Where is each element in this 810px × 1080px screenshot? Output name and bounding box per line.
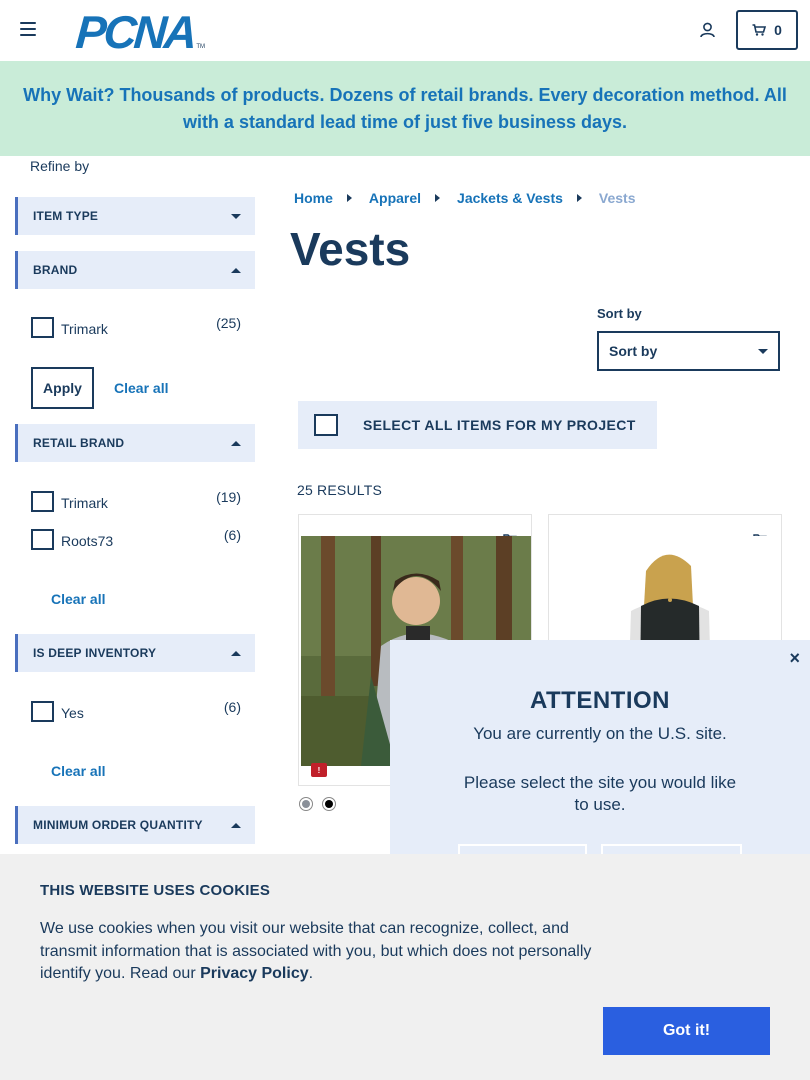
facet-option-label: Roots73 xyxy=(61,533,114,549)
breadcrumb-caret-icon xyxy=(576,194,582,202)
cart-count: 0 xyxy=(774,22,782,38)
warning-badge-icon: ! xyxy=(311,763,327,777)
chevron-down-icon xyxy=(758,348,768,354)
facet-option-count: (25) xyxy=(216,315,241,331)
modal-prompt: Please select the site you would like to… xyxy=(463,773,737,814)
checkbox[interactable] xyxy=(31,529,54,550)
facet-option-retail-trimark[interactable]: Trimark (19) xyxy=(31,489,241,515)
refine-by-label: Refine by xyxy=(30,158,90,174)
close-icon[interactable]: × xyxy=(789,648,800,669)
facet-option-label: Trimark xyxy=(61,495,108,511)
sort-by-label: Sort by xyxy=(597,306,642,321)
color-swatch[interactable] xyxy=(322,797,336,811)
facet-brand-toggle[interactable]: BRAND xyxy=(15,251,255,289)
cookie-title: THIS WEBSITE USES COOKIES xyxy=(40,882,271,899)
chevron-up-icon xyxy=(231,267,241,273)
cart-button[interactable]: 0 xyxy=(736,10,798,50)
privacy-policy-link[interactable]: Privacy Policy xyxy=(200,965,309,982)
breadcrumb-jackets-vests[interactable]: Jackets & Vests xyxy=(457,190,563,206)
promo-banner: Why Wait? Thousands of products. Dozens … xyxy=(0,61,810,156)
facet-option-label: Yes xyxy=(61,705,84,721)
site-header: PCNA TM 0 xyxy=(0,0,810,61)
select-all-for-project[interactable]: SELECT ALL ITEMS FOR MY PROJECT xyxy=(298,401,657,449)
brand-clear-all-link[interactable]: Clear all xyxy=(114,380,168,396)
cookie-text-body: We use cookies when you visit our websit… xyxy=(40,920,592,982)
breadcrumb-home[interactable]: Home xyxy=(294,190,333,206)
checkbox[interactable] xyxy=(31,491,54,512)
breadcrumb-caret-icon xyxy=(346,194,352,202)
facet-retail-brand-toggle[interactable]: RETAIL BRAND xyxy=(15,424,255,462)
sort-by-select[interactable]: Sort by xyxy=(597,331,780,371)
breadcrumb-caret-icon xyxy=(435,194,441,202)
pcna-logo[interactable]: PCNA TM xyxy=(74,6,206,58)
facet-option-deep-inventory-yes[interactable]: Yes (6) xyxy=(31,699,241,725)
accept-cookies-button[interactable]: Got it! xyxy=(603,1007,770,1055)
sort-select-value: Sort by xyxy=(609,343,658,359)
site-selection-modal: × ATTENTION You are currently on the U.S… xyxy=(390,640,810,874)
color-swatch[interactable] xyxy=(299,797,313,811)
retail-brand-clear-all-link[interactable]: Clear all xyxy=(51,591,105,607)
select-all-checkbox[interactable] xyxy=(314,414,338,436)
facet-option-label: Trimark xyxy=(61,321,108,337)
hamburger-menu-icon[interactable] xyxy=(20,22,36,36)
chevron-down-icon xyxy=(231,213,241,219)
facet-title: IS DEEP INVENTORY xyxy=(33,646,157,660)
breadcrumb-apparel[interactable]: Apparel xyxy=(369,190,421,206)
facet-title: RETAIL BRAND xyxy=(33,436,125,450)
modal-message: You are currently on the U.S. site. xyxy=(473,724,727,743)
facet-option-count: (6) xyxy=(223,699,241,715)
modal-title: ATTENTION xyxy=(529,687,671,714)
cookie-text: We use cookies when you visit our websit… xyxy=(40,918,605,986)
user-account-icon[interactable] xyxy=(700,22,715,38)
facet-option-count: (6) xyxy=(223,527,241,543)
checkbox[interactable] xyxy=(31,701,54,722)
deep-inventory-clear-all-link[interactable]: Clear all xyxy=(51,763,105,779)
results-count: 25 RESULTS xyxy=(297,482,382,498)
facet-option-retail-roots73[interactable]: Roots73 (6) xyxy=(31,527,241,553)
facet-option-count: (19) xyxy=(216,489,241,505)
facet-deep-inventory-toggle[interactable]: IS DEEP INVENTORY xyxy=(15,634,255,672)
facet-title: BRAND xyxy=(33,263,78,277)
promo-banner-text: Why Wait? Thousands of products. Dozens … xyxy=(23,84,787,132)
cookie-text-end: . xyxy=(308,965,314,982)
facet-item-type-toggle[interactable]: ITEM TYPE xyxy=(15,197,255,235)
logo-text: PCNA xyxy=(74,6,197,58)
chevron-up-icon xyxy=(231,822,241,828)
checkbox[interactable] xyxy=(31,317,54,338)
cart-icon xyxy=(752,24,767,36)
chevron-up-icon xyxy=(231,440,241,446)
cookie-banner: THIS WEBSITE USES COOKIES We use cookies… xyxy=(0,854,810,1080)
chevron-up-icon xyxy=(231,650,241,656)
facet-min-order-toggle[interactable]: MINIMUM ORDER QUANTITY xyxy=(15,806,255,844)
apply-filter-button[interactable]: Apply xyxy=(31,367,94,409)
facet-title: ITEM TYPE xyxy=(33,209,99,223)
select-all-label: SELECT ALL ITEMS FOR MY PROJECT xyxy=(363,417,636,433)
facet-option-brand-trimark[interactable]: Trimark (25) xyxy=(31,315,241,341)
logo-trademark: TM xyxy=(196,44,206,50)
page-title: Vests xyxy=(290,223,411,275)
facet-title: MINIMUM ORDER QUANTITY xyxy=(33,818,203,832)
breadcrumb: Home Apparel Jackets & Vests Vests xyxy=(294,190,635,206)
breadcrumb-current: Vests xyxy=(598,190,636,206)
